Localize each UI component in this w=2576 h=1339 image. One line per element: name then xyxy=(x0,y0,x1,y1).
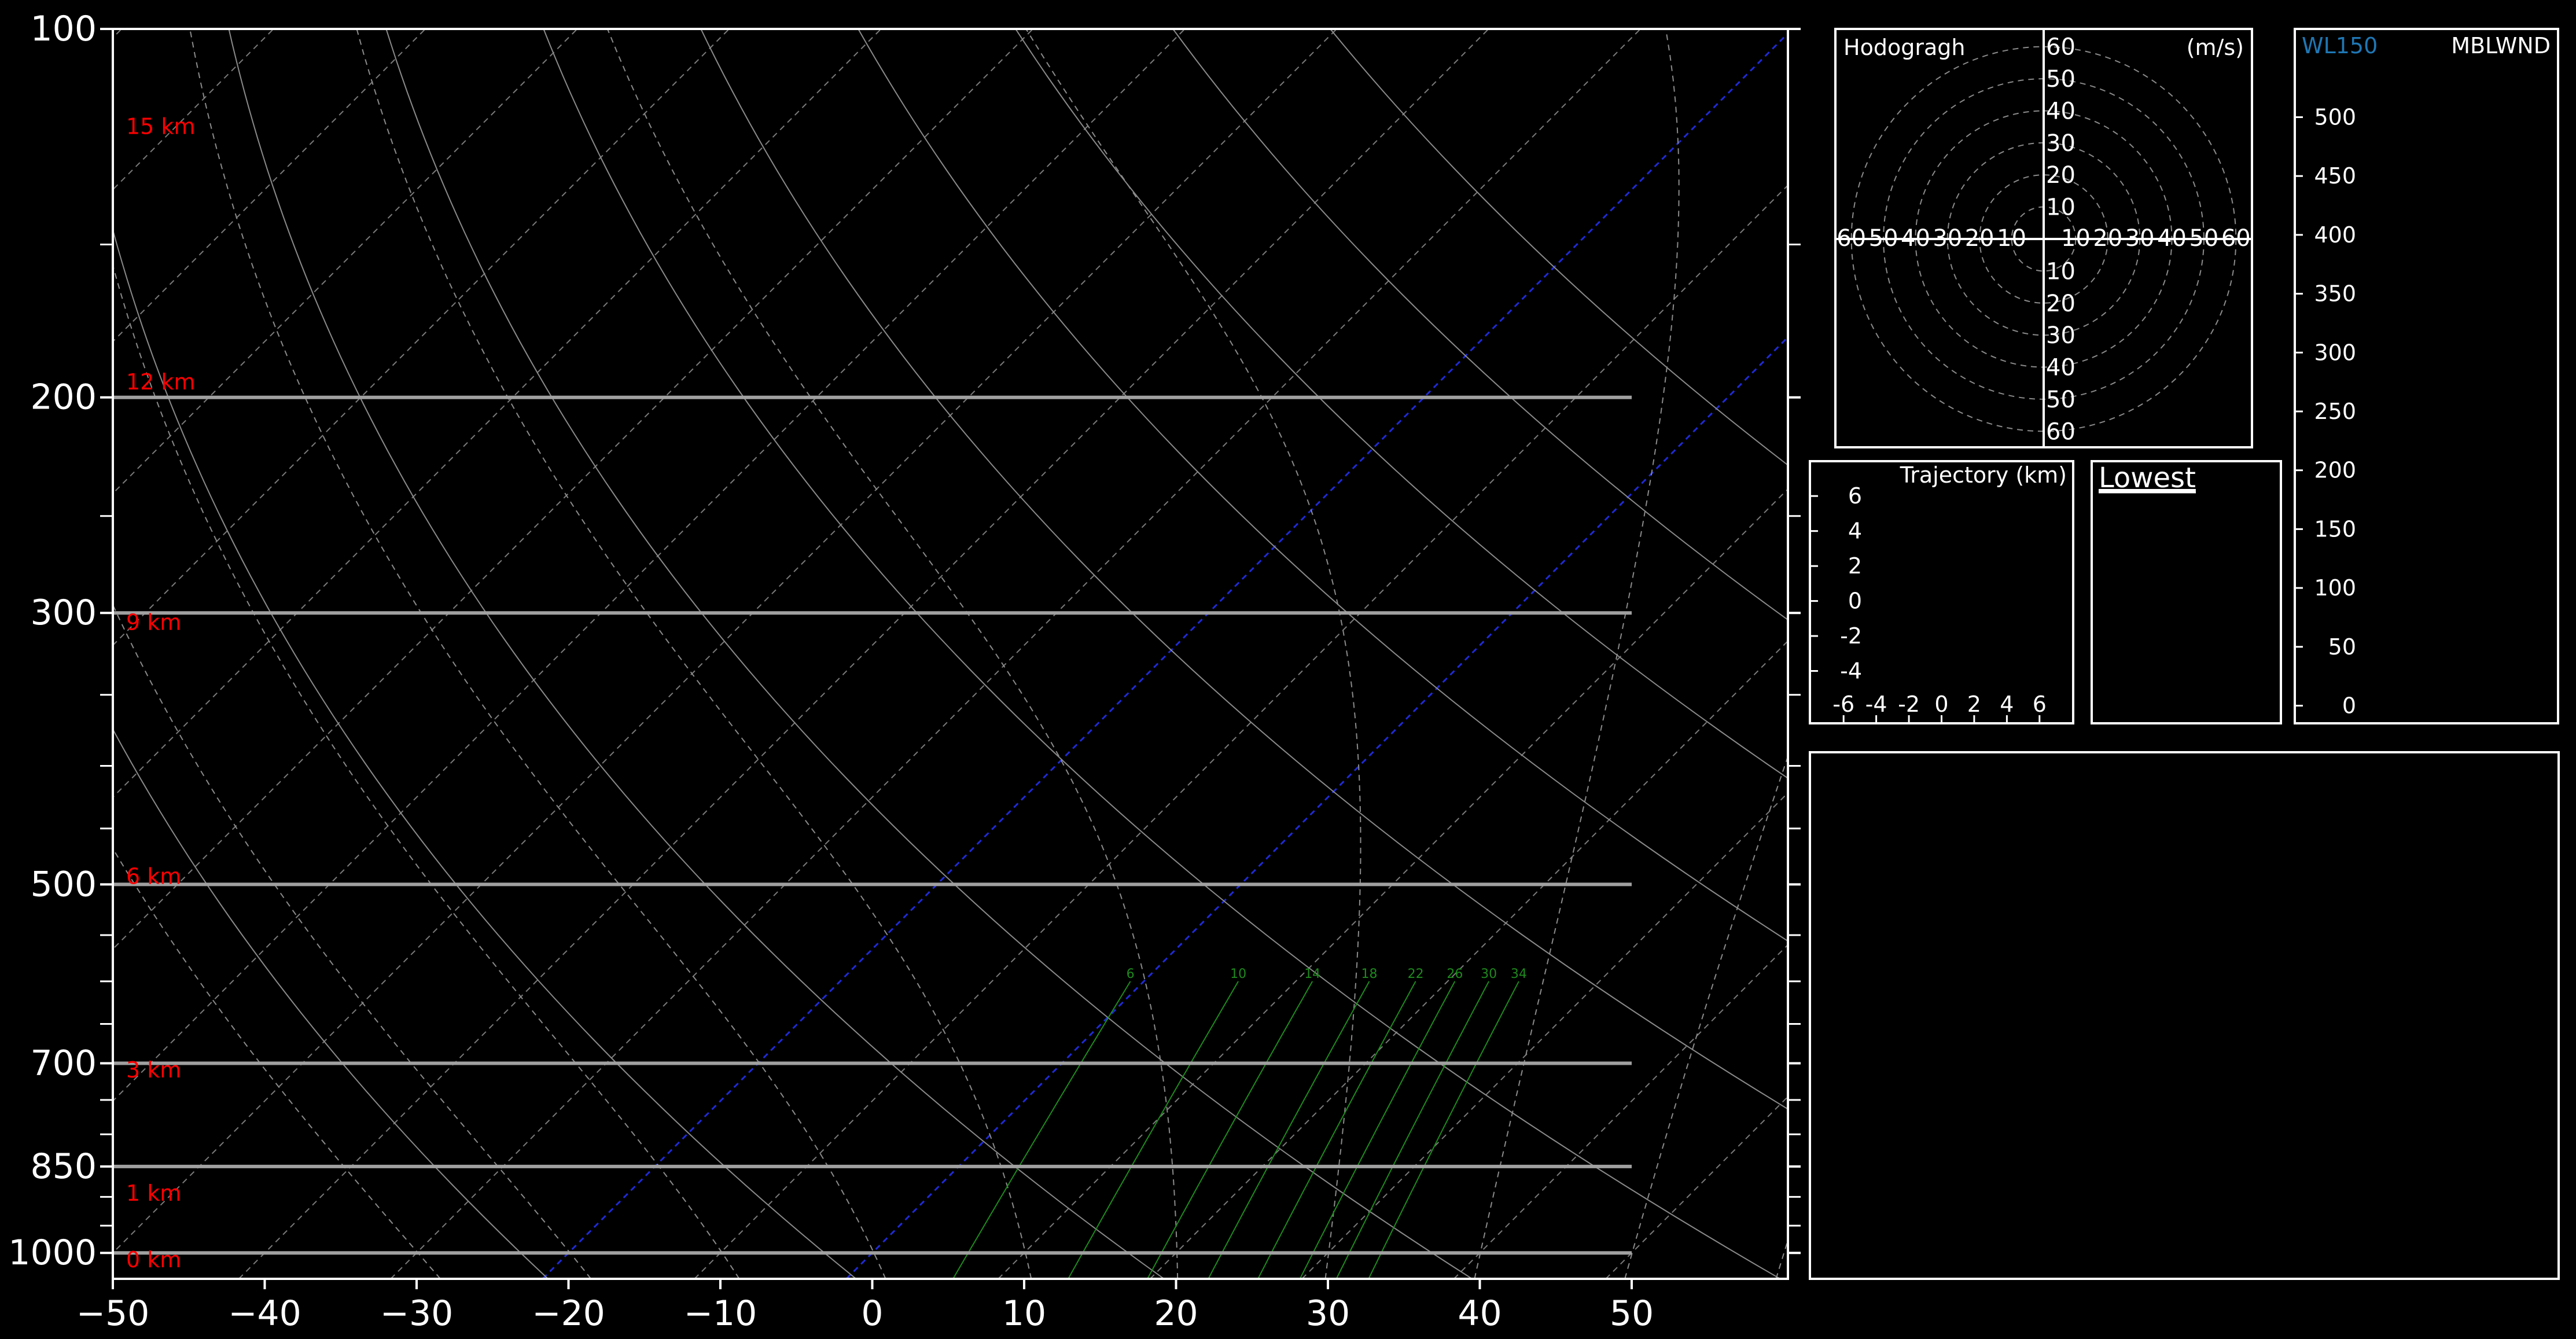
height-label: 3 km xyxy=(126,1057,181,1083)
pressure-tick-label: 100 xyxy=(30,9,97,49)
mixing-ratio-label: 10 xyxy=(1230,967,1246,981)
temperature-tick-label: −40 xyxy=(228,1293,301,1334)
pressure-tick-label: 1000 xyxy=(8,1233,97,1273)
pressure-tick-label: 850 xyxy=(30,1146,97,1187)
hodograph-ring-label: 60 xyxy=(2046,418,2075,445)
trajectory-x-tick-label: -2 xyxy=(1898,691,1920,717)
wind-series-label-mblwnd: MBLWND xyxy=(2451,33,2551,58)
wind-y-tick-label: 500 xyxy=(2314,105,2356,130)
trajectory-x-tick-label: 4 xyxy=(2000,691,2014,717)
hodograph-ring-label: 40 xyxy=(2046,355,2075,381)
trajectory-x-tick-label: 0 xyxy=(1934,691,1948,717)
mixing-ratio-label: 14 xyxy=(1304,967,1320,981)
wind-y-tick-label: 50 xyxy=(2328,634,2356,660)
trajectory-x-tick-label: -4 xyxy=(1865,691,1887,717)
pressure-tick-label: 200 xyxy=(30,377,97,418)
hodograph-ring-label: 30 xyxy=(2125,225,2155,252)
mixing-ratio-label: 18 xyxy=(1361,967,1378,981)
trajectory-x-tick-label: 6 xyxy=(2033,691,2047,717)
height-label: 12 km xyxy=(126,369,195,395)
pressure-tick-label: 500 xyxy=(30,864,97,904)
hodograph-ring-label: 50 xyxy=(2046,66,2075,93)
wind-y-tick-label: 150 xyxy=(2314,516,2356,542)
hodograph-ring-label: 40 xyxy=(2157,225,2187,252)
height-label: 1 km xyxy=(126,1180,181,1206)
hodograph-ring-label: 60 xyxy=(2046,34,2075,61)
hodograph-ring-label: 50 xyxy=(2189,225,2218,252)
hodograph-ring-label: 60 xyxy=(2221,225,2251,252)
hodograph-units: (m/s) xyxy=(2187,35,2244,60)
temperature-tick-label: −20 xyxy=(532,1293,605,1334)
height-label: 15 km xyxy=(126,114,195,139)
wind-y-tick-label: 400 xyxy=(2314,222,2356,248)
figure-background xyxy=(0,0,2576,1339)
hodograph-title: Hodogragh xyxy=(1843,35,1965,60)
hodograph-ring-label: 20 xyxy=(2093,225,2122,252)
hodograph-ring-label: 20 xyxy=(1965,225,1994,252)
hodograph-ring-label: 50 xyxy=(1869,225,1898,252)
pressure-tick-label: 700 xyxy=(30,1043,97,1084)
height-label: 0 km xyxy=(126,1247,181,1272)
hodograph-ring-label: 10 xyxy=(2061,225,2091,252)
height-label: 6 km xyxy=(126,864,181,889)
temperature-tick-label: −30 xyxy=(380,1293,454,1334)
hodograph-ring-label: 20 xyxy=(2046,290,2075,317)
temperature-tick-label: 40 xyxy=(1458,1293,1502,1334)
trajectory-title: Trajectory (km) xyxy=(1900,462,2067,488)
hodograph-ring-label: 30 xyxy=(2046,322,2075,349)
hodograph-ring-label: 50 xyxy=(2046,387,2075,413)
mixing-ratio-label: 26 xyxy=(1447,967,1463,981)
mixing-ratio-label: 34 xyxy=(1511,967,1527,981)
trajectory-y-tick-label: 0 xyxy=(1848,588,1862,614)
trajectory-y-tick-label: 6 xyxy=(1848,483,1862,509)
hodograph-ring-label: 10 xyxy=(1997,225,2026,252)
mixing-ratio-label: 6 xyxy=(1127,967,1135,981)
wind-y-tick-label: 250 xyxy=(2314,399,2356,424)
hodograph-ring-label: 10 xyxy=(2046,194,2075,221)
mixing-ratio-label: 22 xyxy=(1408,967,1424,981)
hodograph-ring-label: 20 xyxy=(2046,162,2075,189)
temperature-tick-label: 10 xyxy=(1002,1293,1046,1334)
hodograph-ring-label: 40 xyxy=(1901,225,1930,252)
wind-y-tick-label: 0 xyxy=(2342,693,2356,719)
hodograph-ring-label: 40 xyxy=(2046,98,2075,125)
wind-y-tick-label: 450 xyxy=(2314,163,2356,189)
wind-y-tick-label: 350 xyxy=(2314,281,2356,307)
temperature-tick-label: 30 xyxy=(1306,1293,1350,1334)
temperature-tick-label: −10 xyxy=(684,1293,757,1334)
height-label: 9 km xyxy=(126,609,181,635)
temperature-tick-label: 20 xyxy=(1154,1293,1198,1334)
trajectory-x-tick-label: 2 xyxy=(1967,691,1981,717)
temperature-tick-label: 50 xyxy=(1610,1293,1654,1334)
wind-series-label-wl150: WL150 xyxy=(2302,33,2378,58)
wind-y-tick-label: 300 xyxy=(2314,340,2356,365)
trajectory-y-tick-label: 2 xyxy=(1848,553,1862,579)
wind-y-tick-label: 100 xyxy=(2314,575,2356,601)
trajectory-x-tick-label: -6 xyxy=(1832,691,1854,717)
lowest-label: Lowest xyxy=(2099,462,2196,494)
trajectory-y-tick-label: 4 xyxy=(1848,518,1862,544)
hodograph-ring-label: 10 xyxy=(2046,258,2075,285)
hodograph-ring-label: 30 xyxy=(2046,130,2075,157)
temperature-tick-label: −50 xyxy=(76,1293,150,1334)
hodograph-ring-label: 30 xyxy=(1933,225,1962,252)
trajectory-y-tick-label: -4 xyxy=(1840,659,1862,684)
hodograph-ring-label: 60 xyxy=(1837,225,1866,252)
pressure-tick-label: 300 xyxy=(30,593,97,633)
trajectory-y-tick-label: -2 xyxy=(1840,623,1862,649)
sounding-figure: 6 10 14 18 22 26 30 3415 km12 km9 km6 km3 km1 k… xyxy=(0,0,2576,1339)
temperature-tick-label: 0 xyxy=(861,1293,883,1334)
mixing-ratio-label: 30 xyxy=(1481,967,1497,981)
wind-y-tick-label: 200 xyxy=(2314,458,2356,483)
